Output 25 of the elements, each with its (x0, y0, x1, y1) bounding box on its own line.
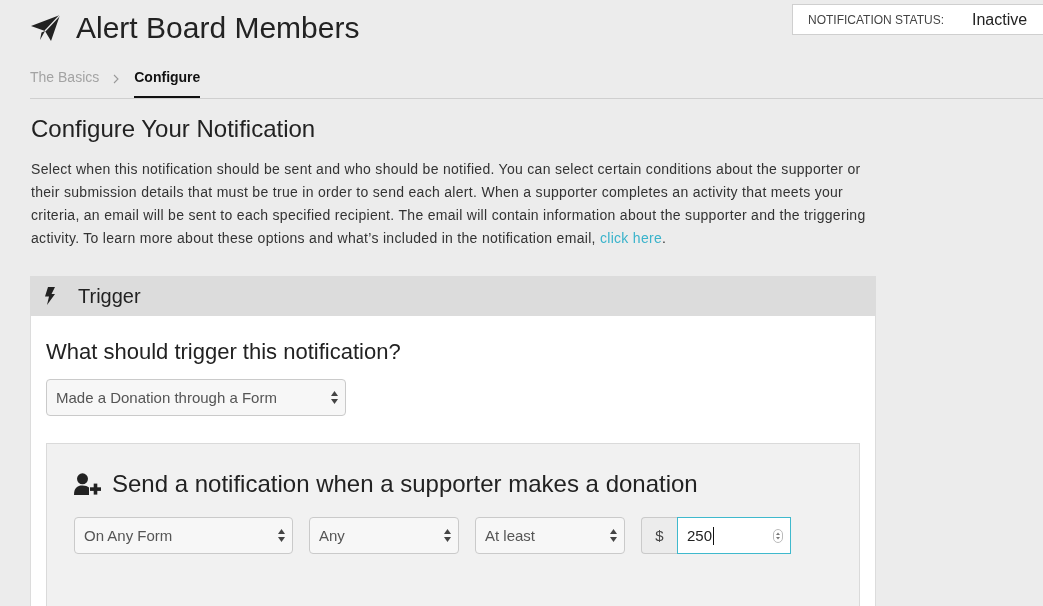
up-down-arrows-icon (331, 391, 338, 404)
chevron-right-icon (113, 73, 120, 84)
trigger-question: What should trigger this notification? (46, 338, 402, 366)
status-value: Inactive (972, 10, 1028, 29)
text-cursor (713, 526, 715, 545)
section-header-title: Trigger (78, 284, 141, 308)
up-down-arrows-icon (610, 529, 617, 542)
page-title: Alert Board Members (76, 10, 360, 46)
currency-addon: $ (641, 517, 677, 554)
condition-dropdown[interactable]: Any (309, 517, 459, 554)
description-text: Select when this notification should be sent and who should be notified. You can select certain conditions about the supporter or their submission details that must be true in order to send each alert. When a supporter completes an activity that meets your criteria, an email will be sent to each specified recipient. The email will contain information about the supporter and the triggering activity. To learn more about these options and what’s included in the notification email, click here. (31, 160, 867, 248)
stepper-icon (773, 528, 783, 543)
user-plus-icon (74, 473, 101, 495)
lightning-bolt-icon (45, 287, 55, 305)
amount-input[interactable]: 250 (677, 517, 791, 554)
paper-plane-icon (31, 15, 60, 41)
status-label: NOTIFICATION STATUS: (808, 12, 944, 27)
trigger-dropdown[interactable]: Made a Donation through a Form (46, 379, 346, 416)
section-title: Configure Your Notification (31, 114, 317, 144)
breadcrumb-tab[interactable]: Configure (134, 61, 201, 98)
condition-dropdown[interactable]: At least (475, 517, 625, 554)
condition-dropdown[interactable]: On Any Form (74, 517, 293, 554)
up-down-arrows-icon (278, 529, 285, 542)
up-down-arrows-icon (444, 529, 451, 542)
condition-title: Send a notification when a supporter makes a donation (112, 469, 698, 499)
